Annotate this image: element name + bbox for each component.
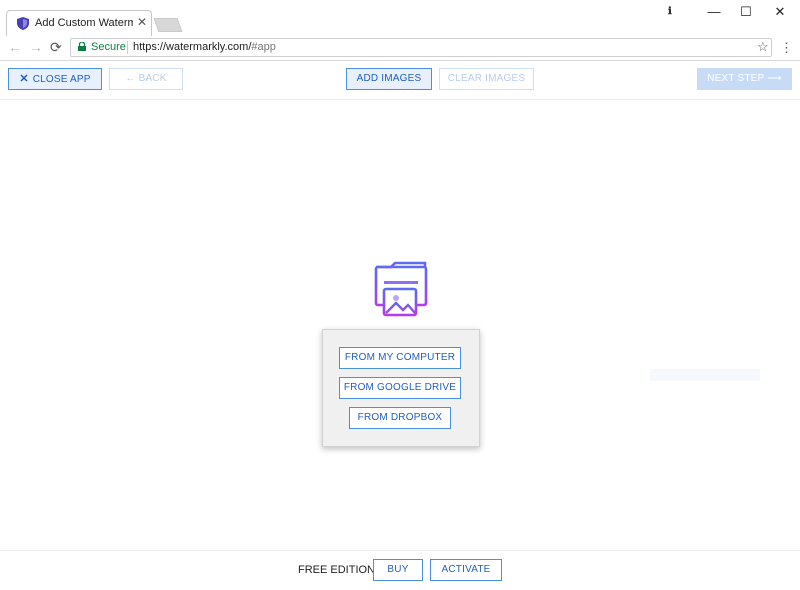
browser-tab[interactable]: Add Custom Watermarks ✕: [6, 10, 152, 36]
forward-arrow-icon[interactable]: →: [29, 39, 43, 55]
activate-button[interactable]: ACTIVATE: [430, 559, 502, 581]
next-step-button[interactable]: NEXT STEP ⟶: [697, 68, 792, 90]
divider: [127, 41, 128, 54]
bookmark-star-icon[interactable]: ☆: [757, 39, 769, 55]
from-google-drive-button[interactable]: FROM GOOGLE DRIVE: [339, 377, 461, 399]
browser-titlebar: Add Custom Watermarks ✕ ℹ — ☐ ✕: [0, 0, 800, 36]
reload-icon[interactable]: ⟳: [50, 39, 62, 56]
maximize-icon[interactable]: ☐: [736, 4, 756, 20]
lock-icon: [78, 42, 86, 51]
faint-overlay: [650, 369, 760, 381]
url-text: https://watermarkly.com/#app: [133, 41, 276, 53]
profile-icon[interactable]: ℹ: [668, 6, 672, 17]
folder-image-icon: [374, 261, 428, 317]
browser-menu-icon[interactable]: ⋮: [780, 40, 793, 56]
app-container: ✕ CLOSE APP ← BACK ADD IMAGES CLEAR IMAGE…: [0, 61, 800, 589]
from-dropbox-button[interactable]: FROM DROPBOX: [349, 407, 451, 429]
new-tab-button[interactable]: [153, 18, 183, 32]
minimize-icon[interactable]: —: [704, 4, 724, 19]
tab-close-icon[interactable]: ✕: [137, 15, 147, 29]
add-images-button[interactable]: ADD IMAGES: [346, 68, 432, 90]
secure-label: Secure: [91, 41, 126, 53]
edition-label: FREE EDITION: [298, 564, 376, 576]
from-my-computer-button[interactable]: FROM MY COMPUTER: [339, 347, 461, 369]
shield-icon: [17, 17, 29, 30]
back-arrow-icon[interactable]: ←: [8, 39, 22, 55]
close-icon: ✕: [19, 73, 29, 85]
app-toolbar: ✕ CLOSE APP ← BACK ADD IMAGES CLEAR IMAGE…: [0, 61, 800, 100]
close-app-button[interactable]: ✕ CLOSE APP: [8, 68, 102, 90]
address-bar[interactable]: Secure https://watermarkly.com/#app ☆: [70, 38, 772, 57]
back-button[interactable]: ← BACK: [109, 68, 183, 90]
app-footer: FREE EDITION BUY ACTIVATE: [0, 550, 800, 590]
window-close-icon[interactable]: ✕: [770, 4, 790, 20]
clear-images-button[interactable]: CLEAR IMAGES: [439, 68, 534, 90]
tab-title: Add Custom Watermarks: [35, 17, 133, 29]
buy-button[interactable]: BUY: [373, 559, 423, 581]
add-images-dropdown: FROM MY COMPUTER FROM GOOGLE DRIVE FROM …: [322, 329, 480, 447]
